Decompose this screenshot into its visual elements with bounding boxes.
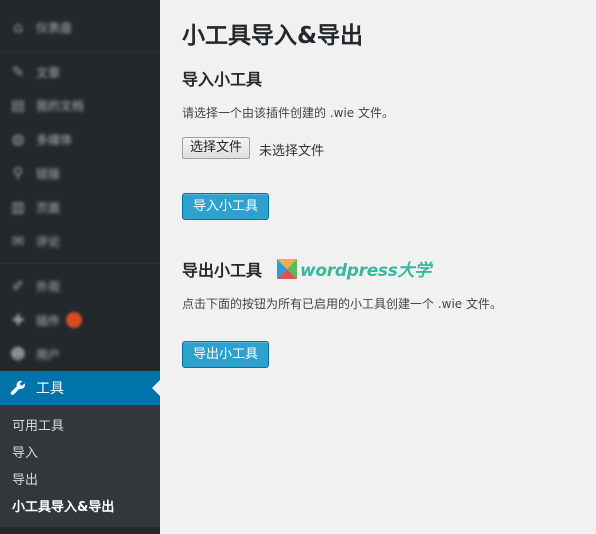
sidebar-item-label: 外观 [36, 279, 61, 294]
sidebar-item-label: 仪表盘 [36, 20, 73, 35]
sidebar-item-documents[interactable]: ▤ 我的文档 [0, 88, 160, 122]
choose-file-button[interactable]: 选择文件 [182, 137, 251, 159]
sidebar-item-plugins[interactable]: ✚ 插件 [0, 303, 160, 337]
sidebar-item-appearance[interactable]: ✐ 外观 [0, 269, 160, 303]
media-icon: ◍ [11, 130, 25, 148]
submenu-item-export[interactable]: 导出 [0, 467, 160, 494]
sidebar-item-label: 用户 [36, 347, 61, 362]
sidebar-item-posts[interactable]: ✎ 文章 [0, 55, 160, 89]
menu-separator [0, 263, 160, 264]
sidebar-item-label: 多媒体 [36, 132, 73, 147]
page-title: 小工具导入&导出 [182, 23, 364, 49]
submenu-item-available-tools[interactable]: 可用工具 [0, 413, 160, 440]
tools-submenu: 可用工具 导入 导出 小工具导入&导出 [0, 405, 160, 527]
wordpress-daxue-watermark: wordpress大学 [277, 256, 431, 281]
sidebar-item-dashboard[interactable]: ⌂ 仪表盘 [0, 10, 160, 44]
submenu-item-widget-import-export[interactable]: 小工具导入&导出 [0, 494, 160, 521]
file-status-text: 未选择文件 [259, 144, 325, 159]
import-section-title: 导入小工具 [182, 70, 263, 89]
comment-icon: ✉ [11, 232, 25, 250]
sidebar-item-users[interactable]: ☻ 用户 [0, 337, 160, 371]
import-widgets-button[interactable]: 导入小工具 [182, 193, 270, 220]
sidebar-item-comments[interactable]: ✉ 评论 [0, 224, 160, 258]
sidebar-item-label: 评论 [36, 234, 61, 249]
link-icon: ⚲ [12, 164, 24, 182]
admin-sidebar: ⌂ 仪表盘 ✎ 文章 ▤ 我的文档 ◍ 多媒体 ⚲ 链接 ▥ 页面 ✉ 评论 ✐… [0, 0, 160, 534]
import-description: 请选择一个由该插件创建的 .wie 文件。 [182, 106, 394, 120]
wpdaxue-logo-icon [277, 258, 297, 279]
sidebar-item-label: 链接 [36, 166, 61, 181]
page-icon: ▥ [10, 198, 26, 216]
sidebar-item-media[interactable]: ◍ 多媒体 [0, 122, 160, 156]
sidebar-item-pages[interactable]: ▥ 页面 [0, 190, 160, 224]
plugin-icon: ✚ [11, 311, 25, 329]
sidebar-item-links[interactable]: ⚲ 链接 [0, 156, 160, 190]
menu-separator [0, 52, 160, 53]
export-section-title: 导出小工具 [182, 261, 263, 280]
sidebar-item-tools[interactable]: 工具 [0, 371, 160, 405]
document-icon: ▤ [10, 96, 26, 114]
submenu-item-import[interactable]: 导入 [0, 440, 160, 467]
sidebar-item-label: 插件 [36, 313, 61, 328]
sidebar-item-label: 工具 [36, 381, 64, 397]
pin-icon: ✎ [11, 63, 25, 81]
sidebar-item-label: 文章 [36, 65, 61, 80]
wrench-icon [8, 378, 28, 398]
export-widgets-button[interactable]: 导出小工具 [182, 341, 270, 368]
sidebar-item-label: 我的文档 [36, 98, 85, 113]
export-description: 点击下面的按钮为所有已启用的小工具创建一个 .wie 文件。 [182, 297, 502, 311]
users-icon: ☻ [10, 345, 26, 363]
active-indicator-arrow [152, 380, 160, 396]
appearance-icon: ✐ [11, 277, 25, 295]
update-count-badge [66, 312, 83, 328]
sidebar-item-label: 页面 [36, 200, 61, 215]
dashboard-icon: ⌂ [13, 18, 23, 36]
watermark-text: wordpress大学 [300, 261, 431, 281]
